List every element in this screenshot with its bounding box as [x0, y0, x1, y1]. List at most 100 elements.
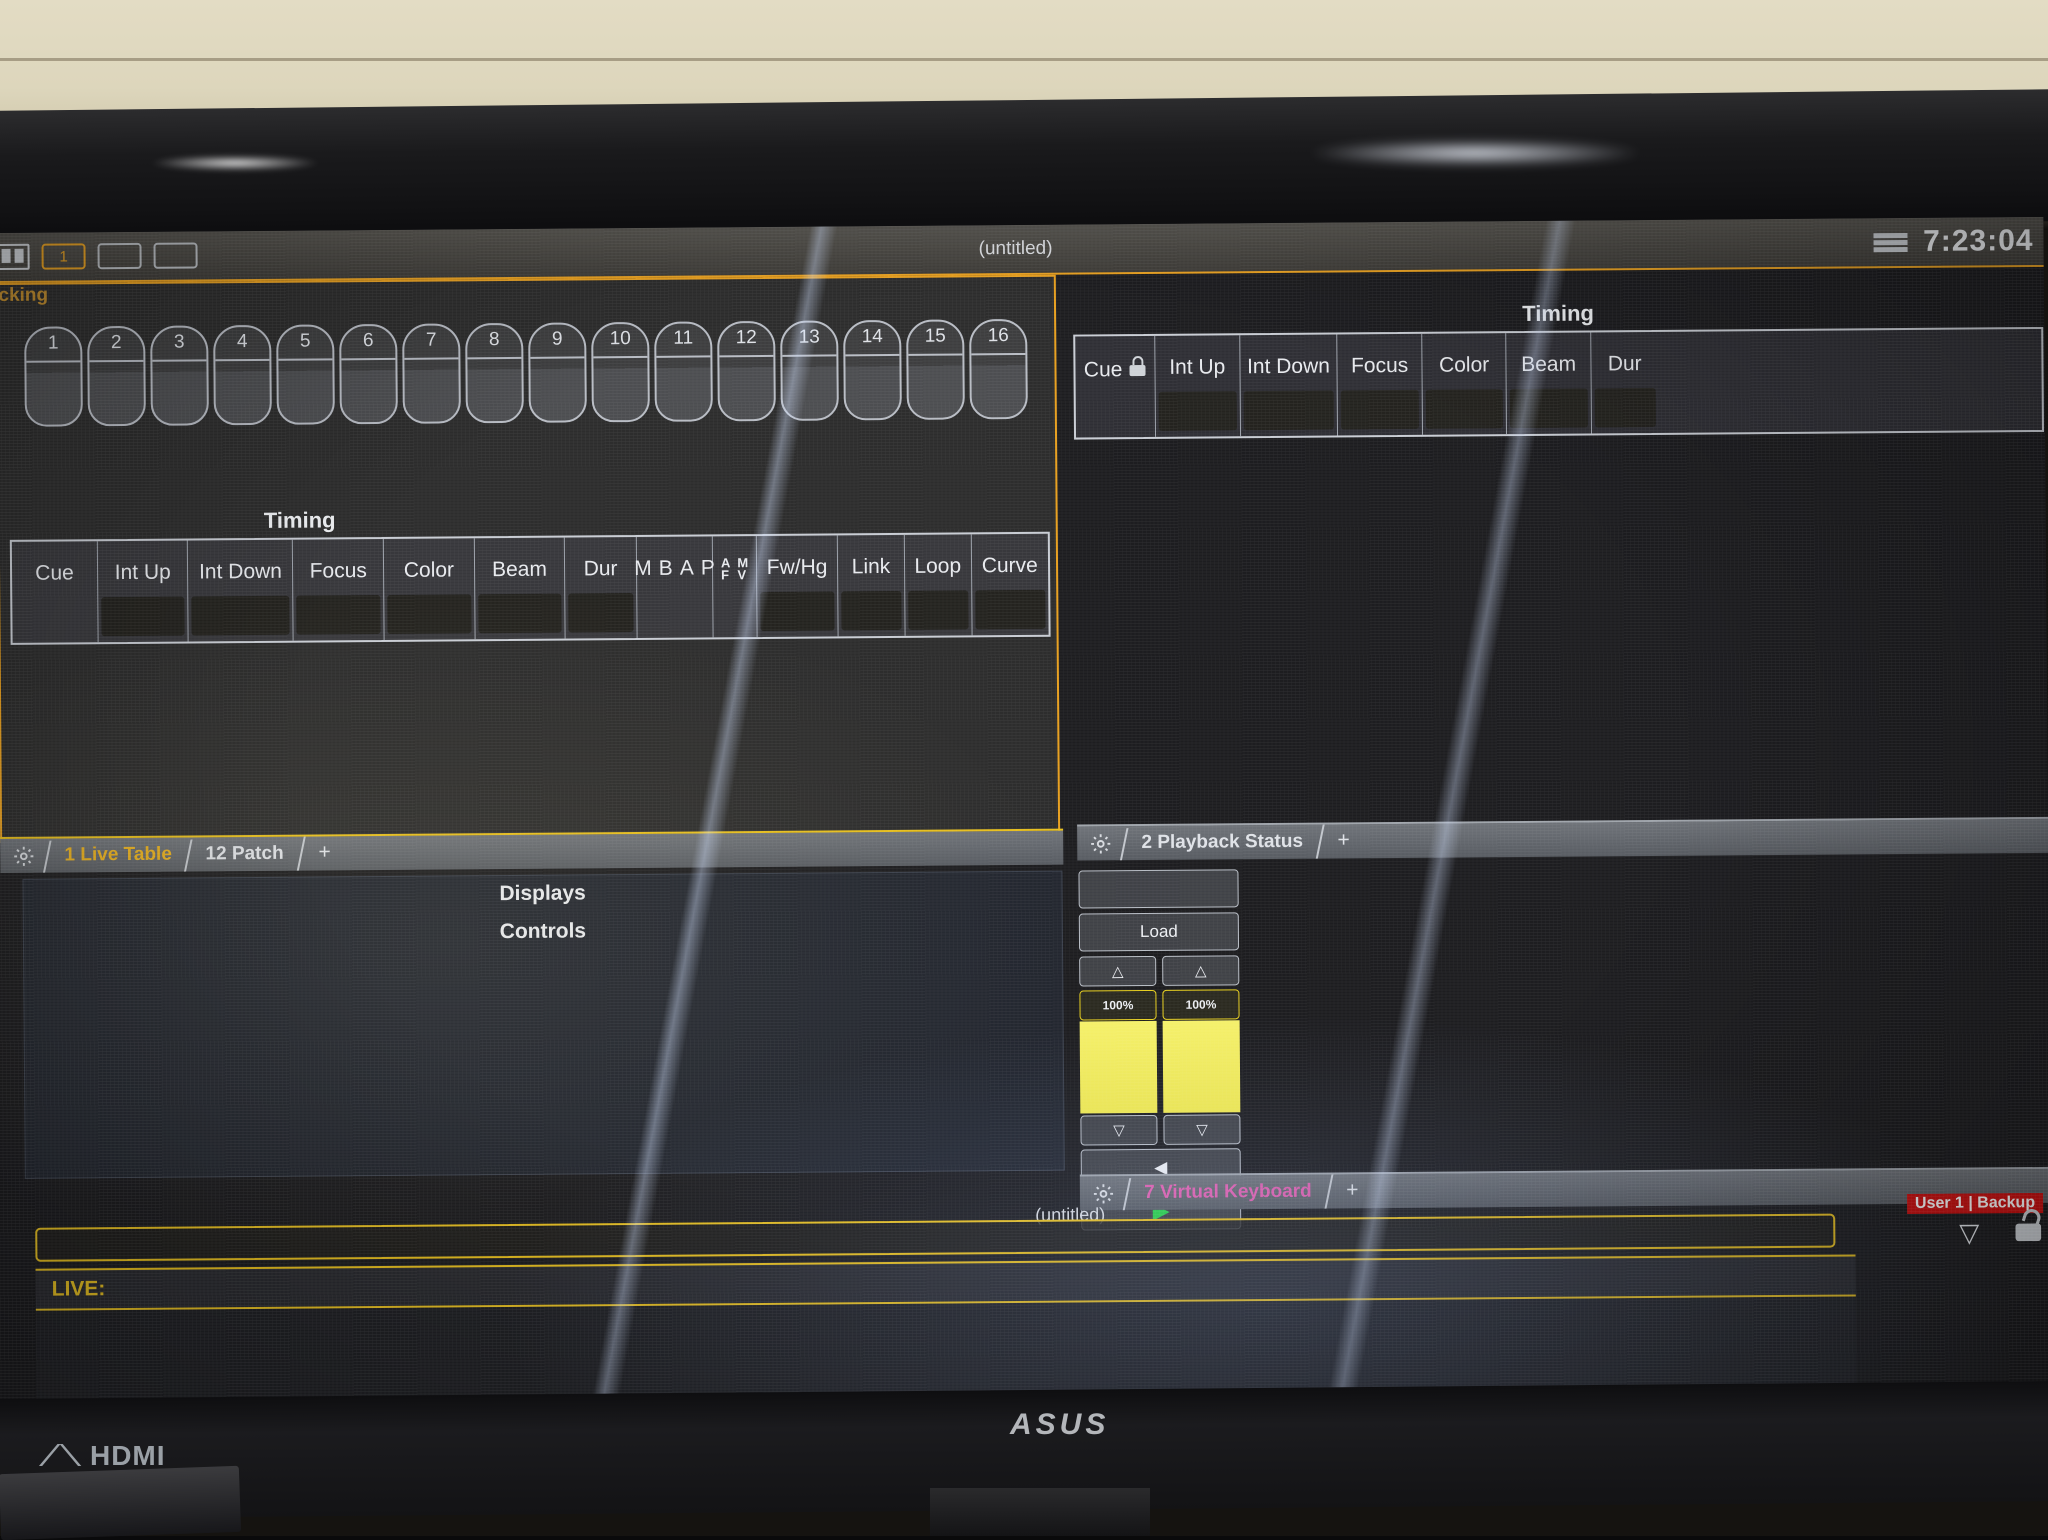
- timing-column[interactable]: Int Up: [98, 541, 189, 643]
- timing-column[interactable]: Fw/Hg: [757, 535, 839, 637]
- keyboard-peripheral: [0, 1466, 241, 1540]
- fader-strip[interactable]: 12: [717, 321, 776, 421]
- timing-column[interactable]: Dur: [565, 537, 637, 639]
- fader-strip[interactable]: 5: [276, 324, 335, 424]
- monitor-icon[interactable]: [0, 244, 30, 270]
- timing-cell[interactable]: [101, 597, 185, 637]
- timing-cell[interactable]: [1243, 391, 1334, 431]
- controls-title: Controls: [24, 916, 1062, 948]
- timing-column[interactable]: Focus: [1338, 334, 1423, 436]
- timing-cell[interactable]: [1159, 391, 1237, 431]
- tab-virtual-keyboard[interactable]: 7 Virtual Keyboard: [1123, 1177, 1331, 1211]
- timing-cell[interactable]: [908, 590, 968, 629]
- fader-strip[interactable]: 4: [213, 325, 272, 425]
- timing-table-left[interactable]: CueInt UpInt DownFocusColorBeamDurMBAPAF…: [10, 532, 1051, 645]
- fader-up-2[interactable]: △: [1162, 955, 1239, 986]
- timing-cell[interactable]: [760, 591, 834, 631]
- timing-column[interactable]: AFMV: [713, 536, 758, 637]
- timing-cell[interactable]: [297, 595, 381, 635]
- tab-add-left[interactable]: +: [296, 836, 349, 870]
- timing-column[interactable]: Int Up: [1155, 335, 1240, 437]
- timing-cell[interactable]: [387, 594, 471, 634]
- bezel-glint: [150, 155, 320, 171]
- fader-strip[interactable]: 10: [591, 322, 650, 422]
- fader-up-1[interactable]: △: [1079, 956, 1156, 987]
- command-line-input[interactable]: [35, 1214, 1835, 1262]
- fader-down-1[interactable]: ▽: [1080, 1115, 1157, 1146]
- displays-controls-panel: Displays Controls: [22, 871, 1064, 1179]
- fader-track-1[interactable]: [1080, 1021, 1158, 1114]
- timing-column[interactable]: Focus: [293, 539, 384, 641]
- fader-strip[interactable]: 13: [780, 320, 839, 420]
- timing-column[interactable]: Color: [1422, 333, 1507, 435]
- bezel-glint-2: [1310, 140, 1640, 166]
- timing-column[interactable]: Color: [384, 538, 475, 640]
- timing-cell[interactable]: [1510, 389, 1588, 429]
- padlock-open-icon[interactable]: [1128, 356, 1146, 376]
- window-button-1[interactable]: 1: [41, 243, 85, 269]
- timing-column[interactable]: Beam: [1507, 332, 1592, 434]
- tab-patch[interactable]: 12 Patch: [184, 839, 303, 872]
- timing-column[interactable]: Dur: [1591, 332, 1658, 434]
- fader-strip[interactable]: 6: [339, 324, 398, 424]
- fader-number: 5: [278, 330, 332, 352]
- tab-label: 2 Playback Status: [1141, 831, 1303, 854]
- tab-label: +: [1346, 1178, 1358, 1202]
- tab-add-right[interactable]: +: [1315, 824, 1368, 858]
- timing-column[interactable]: Int Down: [188, 540, 294, 642]
- load-button[interactable]: Load: [1079, 912, 1239, 951]
- fader-strip[interactable]: 7: [402, 323, 461, 423]
- timing-header: Int Up: [1155, 335, 1239, 380]
- timing-cell[interactable]: [1426, 389, 1504, 429]
- timing-cell[interactable]: [192, 596, 290, 636]
- fader-number: 8: [467, 329, 521, 351]
- timing-header: Loop: [905, 534, 971, 579]
- triangle-down-icon[interactable]: ▽: [1959, 1217, 1979, 1248]
- timing-cell[interactable]: [478, 594, 562, 634]
- timing-column[interactable]: MBAP: [637, 536, 714, 638]
- timing-column[interactable]: Link: [838, 535, 906, 637]
- tab-live-table[interactable]: 1 Live Table: [43, 840, 191, 873]
- fader-strip[interactable]: 2: [87, 326, 146, 426]
- timing-column[interactable]: Curve: [971, 534, 1048, 636]
- fader-strip[interactable]: 3: [150, 325, 209, 425]
- tab-playback-status[interactable]: 2 Playback Status: [1120, 827, 1322, 861]
- timing-cell[interactable]: [1595, 388, 1656, 427]
- fader-strip[interactable]: 14: [843, 320, 902, 420]
- tab-label: 7 Virtual Keyboard: [1144, 1181, 1312, 1204]
- fader-strip[interactable]: 9: [528, 322, 587, 422]
- timing-cell[interactable]: [975, 590, 1046, 630]
- timing-column[interactable]: Cue: [12, 541, 99, 643]
- timing-column[interactable]: Int Down: [1240, 334, 1339, 436]
- fader-strip[interactable]: 1: [24, 326, 83, 426]
- gear-icon[interactable]: [1077, 826, 1123, 860]
- padlock-open-icon[interactable]: [2019, 1215, 2037, 1240]
- keypad-column-d: [1772, 858, 1952, 859]
- timing-cell[interactable]: [841, 591, 901, 630]
- timing-cell[interactable]: [1341, 390, 1419, 430]
- monitor-screen: 1 (untitled) 7:23:04 acking 123456789101…: [0, 217, 2048, 1413]
- window-button-3[interactable]: [153, 242, 197, 268]
- fader-level-1[interactable]: 100%: [1079, 990, 1156, 1021]
- keypad-column-c: [1569, 859, 1767, 861]
- timing-column[interactable]: Beam: [474, 538, 565, 640]
- timing-column[interactable]: Cue: [1075, 336, 1156, 438]
- timing-cell[interactable]: [569, 593, 634, 633]
- keyboard-icon[interactable]: [1873, 230, 1907, 254]
- blank-button[interactable]: [1078, 869, 1238, 908]
- fader-level-2[interactable]: 100%: [1162, 989, 1239, 1020]
- timing-column[interactable]: Loop: [905, 534, 973, 636]
- fader-strip[interactable]: 15: [906, 319, 965, 419]
- timing-header: Curve: [971, 534, 1048, 579]
- fader-strip[interactable]: 16: [969, 319, 1028, 419]
- fader-track-2[interactable]: [1163, 1020, 1241, 1113]
- window-button-2[interactable]: [97, 243, 141, 269]
- fader-strip[interactable]: 11: [654, 321, 713, 421]
- tab-add-bottom[interactable]: +: [1324, 1174, 1377, 1208]
- fader-down-2[interactable]: ▽: [1163, 1114, 1240, 1145]
- timing-header: Focus: [293, 539, 383, 584]
- bezel-button-row[interactable]: [1620, 1400, 2020, 1430]
- timing-table-right[interactable]: Cue Int UpInt DownFocusColorBeamDur: [1073, 327, 2044, 440]
- fader-strip[interactable]: 8: [465, 323, 524, 423]
- gear-icon[interactable]: [0, 839, 46, 873]
